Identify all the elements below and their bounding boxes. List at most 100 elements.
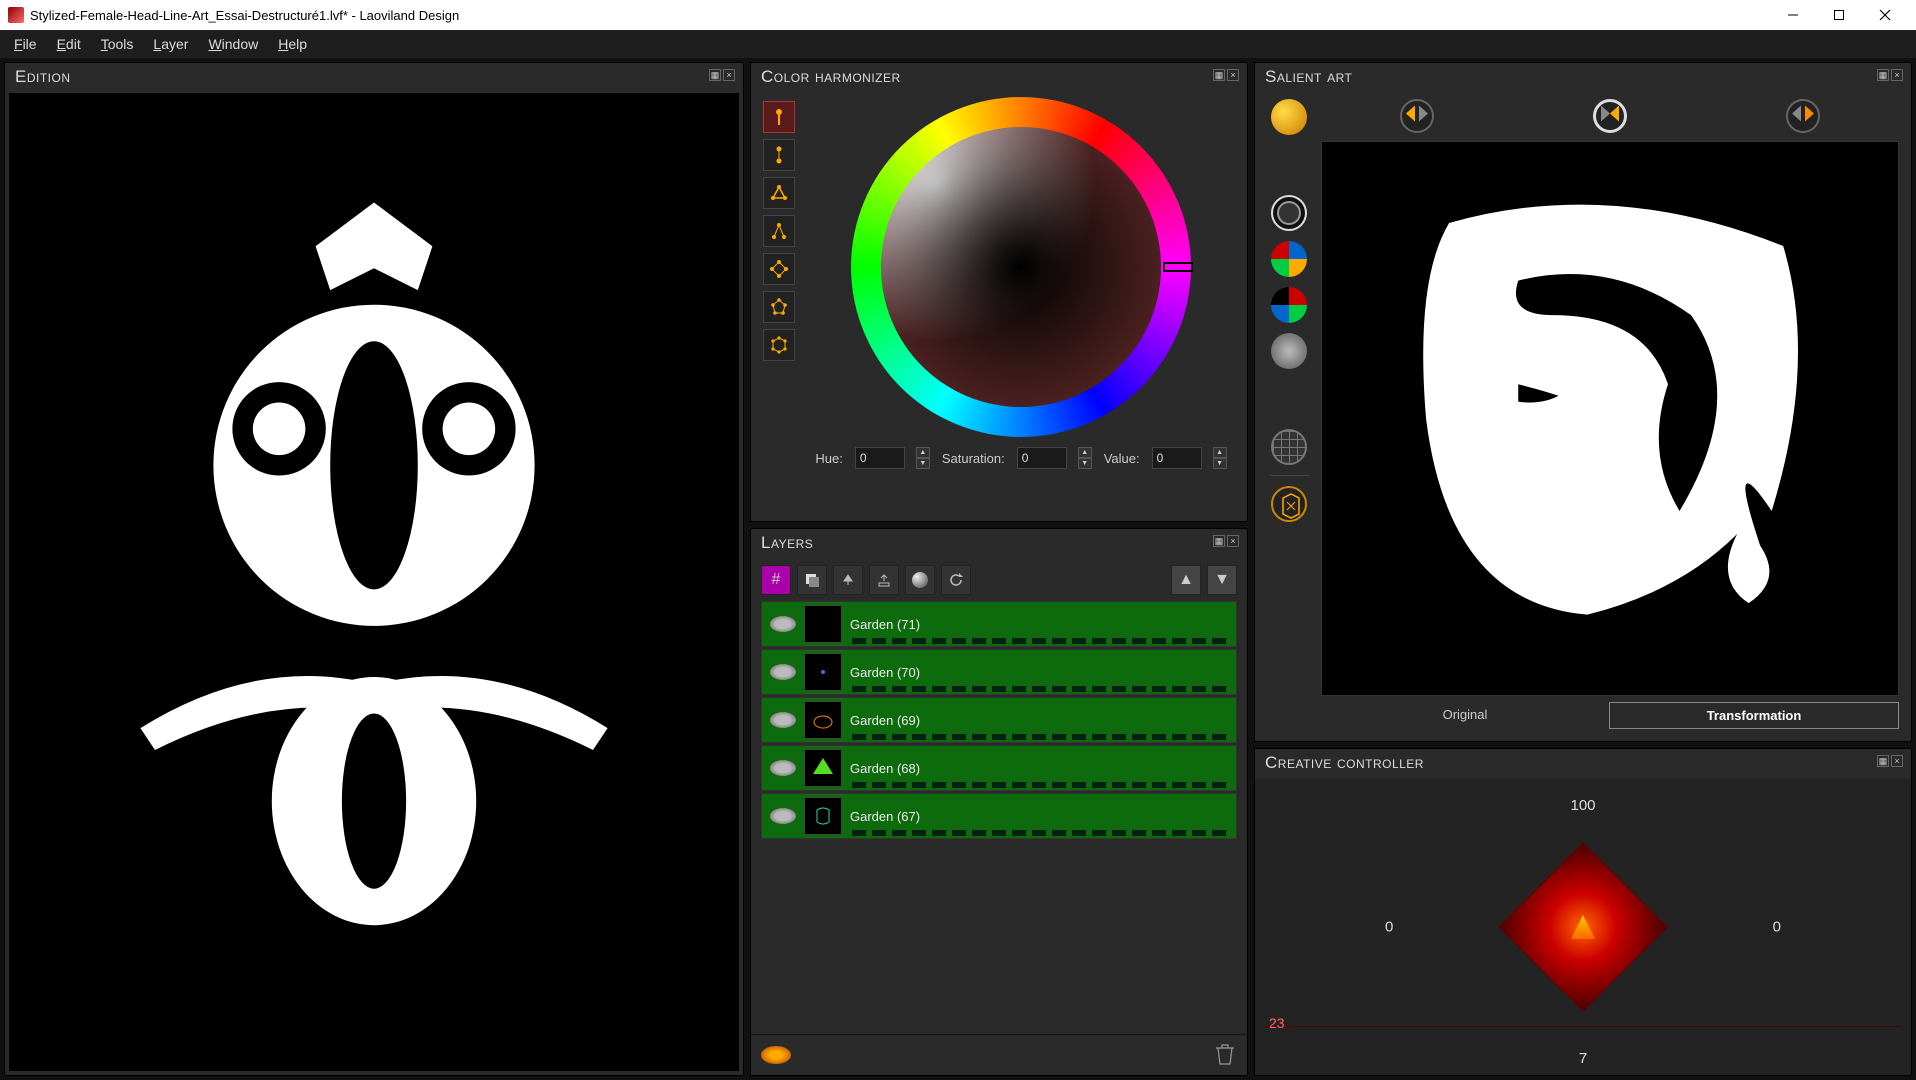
menu-edit[interactable]: Edit	[47, 32, 91, 56]
layer-name: Garden (71)	[850, 617, 920, 632]
color-wheel-indicator[interactable]	[1163, 262, 1193, 272]
panel-dock-button[interactable]: ▦	[709, 69, 721, 81]
color-wheel[interactable]	[851, 97, 1191, 437]
layer-row[interactable]: Garden (68)	[761, 745, 1237, 791]
menu-tools[interactable]: Tools	[91, 32, 144, 56]
harmony-pentad-button[interactable]	[763, 291, 795, 323]
value-down-button[interactable]: ▼	[1213, 458, 1227, 469]
layer-row[interactable]: Garden (70)	[761, 649, 1237, 695]
layer-row[interactable]: Garden (69)	[761, 697, 1237, 743]
saturation-input[interactable]: 0	[1017, 447, 1067, 469]
layer-thumbnail	[804, 605, 842, 643]
layers-panel: Layers ▦× # ▲ ▼ Garden (71) Garden (70) …	[750, 528, 1248, 1076]
mirror-vertical-button[interactable]	[1786, 99, 1820, 133]
harmony-triad-button[interactable]	[763, 177, 795, 209]
layer-thumbnail	[804, 701, 842, 739]
salient-canvas[interactable]	[1321, 141, 1899, 696]
panel-close-button[interactable]: ×	[1227, 535, 1239, 547]
layer-visibility-toggle[interactable]	[770, 664, 796, 680]
layer-visibility-toggle[interactable]	[770, 760, 796, 776]
layer-row[interactable]: Garden (67)	[761, 793, 1237, 839]
salient-tab-transformation[interactable]: Transformation	[1609, 702, 1899, 729]
layer-add-button[interactable]	[797, 565, 827, 595]
hue-input[interactable]: 0	[855, 447, 905, 469]
harmony-split-button[interactable]	[763, 215, 795, 247]
salient-cycle-button[interactable]	[1271, 486, 1307, 522]
creative-controller-pad[interactable]: 100 0 0 7 23	[1255, 779, 1911, 1075]
layer-sphere-button[interactable]	[905, 565, 935, 595]
harmony-hexad-button[interactable]	[763, 329, 795, 361]
salient-title: Salient art	[1255, 63, 1911, 93]
value-up-button[interactable]: ▲	[1213, 447, 1227, 458]
value-label: Value:	[1104, 451, 1140, 466]
layer-row[interactable]: Garden (71)	[761, 601, 1237, 647]
menubar: File Edit Tools Layer Window Help	[0, 30, 1916, 58]
panel-close-button[interactable]: ×	[1891, 755, 1903, 767]
menu-layer[interactable]: Layer	[143, 32, 198, 56]
layers-list[interactable]: Garden (71) Garden (70) Garden (69) Gard…	[751, 601, 1247, 1034]
hue-label: Hue:	[815, 451, 842, 466]
saturation-up-button[interactable]: ▲	[1078, 447, 1092, 458]
layer-visibility-toggle[interactable]	[770, 616, 796, 632]
panel-dock-button[interactable]: ▦	[1213, 535, 1225, 547]
layer-visibility-toggle[interactable]	[770, 808, 796, 824]
layer-import-button[interactable]	[869, 565, 899, 595]
salient-palette2-button[interactable]	[1271, 287, 1307, 323]
window-close-button[interactable]	[1862, 0, 1908, 30]
layer-thumbnail	[804, 653, 842, 691]
salient-compass-button[interactable]	[1271, 195, 1307, 231]
panel-close-button[interactable]: ×	[723, 69, 735, 81]
creative-left-value: 0	[1385, 919, 1393, 936]
edition-panel: Edition ▦×	[4, 62, 744, 1076]
menu-file[interactable]: File	[4, 32, 47, 56]
window-minimize-button[interactable]	[1770, 0, 1816, 30]
harmony-complementary-button[interactable]	[763, 139, 795, 171]
salient-grid-button[interactable]	[1271, 429, 1307, 465]
salient-smoke-button[interactable]	[1271, 333, 1307, 369]
salient-tab-original[interactable]: Original	[1321, 702, 1609, 729]
panel-dock-button[interactable]: ▦	[1877, 69, 1889, 81]
panel-close-button[interactable]: ×	[1891, 69, 1903, 81]
harmony-mono-button[interactable]	[763, 101, 795, 133]
salient-sun-button[interactable]	[1271, 99, 1307, 135]
layer-up-button[interactable]: ▲	[1171, 565, 1201, 595]
layers-global-visibility-toggle[interactable]	[761, 1046, 791, 1064]
layers-title: Layers	[751, 529, 1247, 559]
saturation-label: Saturation:	[942, 451, 1005, 466]
layer-merge-button[interactable]	[833, 565, 863, 595]
panel-close-button[interactable]: ×	[1227, 69, 1239, 81]
window-maximize-button[interactable]	[1816, 0, 1862, 30]
color-wheel-inner[interactable]	[881, 127, 1161, 407]
menu-help[interactable]: Help	[268, 32, 317, 56]
mirror-both-button[interactable]	[1593, 99, 1627, 133]
layer-thumbnail	[804, 749, 842, 787]
layer-name: Garden (69)	[850, 713, 920, 728]
layer-name: Garden (70)	[850, 665, 920, 680]
layer-refresh-button[interactable]	[941, 565, 971, 595]
window-title: Stylized-Female-Head-Line-Art_Essai-Dest…	[30, 8, 459, 23]
saturation-down-button[interactable]: ▼	[1078, 458, 1092, 469]
layer-name: Garden (68)	[850, 761, 920, 776]
salient-palette1-button[interactable]	[1271, 241, 1307, 277]
hue-up-button[interactable]: ▲	[916, 447, 930, 458]
edition-canvas[interactable]	[9, 93, 739, 1071]
creative-diamond-handle[interactable]	[1498, 842, 1668, 1012]
window-titlebar: Stylized-Female-Head-Line-Art_Essai-Dest…	[0, 0, 1916, 30]
creative-horizon-line	[1265, 1026, 1901, 1027]
layer-thumbnail	[804, 797, 842, 835]
hue-down-button[interactable]: ▼	[916, 458, 930, 469]
layer-delete-button[interactable]	[1215, 1043, 1237, 1067]
salient-artwork	[1322, 142, 1898, 695]
layer-grid-icon[interactable]: #	[761, 565, 791, 595]
harmony-tetrad-button[interactable]	[763, 253, 795, 285]
edition-artwork	[9, 93, 739, 1071]
menu-window[interactable]: Window	[198, 32, 268, 56]
panel-dock-button[interactable]: ▦	[1213, 69, 1225, 81]
app-icon	[8, 7, 24, 23]
layer-down-button[interactable]: ▼	[1207, 565, 1237, 595]
layer-visibility-toggle[interactable]	[770, 712, 796, 728]
mirror-horizontal-button[interactable]	[1400, 99, 1434, 133]
value-input[interactable]: 0	[1152, 447, 1202, 469]
harmonizer-title: Color harmonizer	[751, 63, 1247, 93]
panel-dock-button[interactable]: ▦	[1877, 755, 1889, 767]
